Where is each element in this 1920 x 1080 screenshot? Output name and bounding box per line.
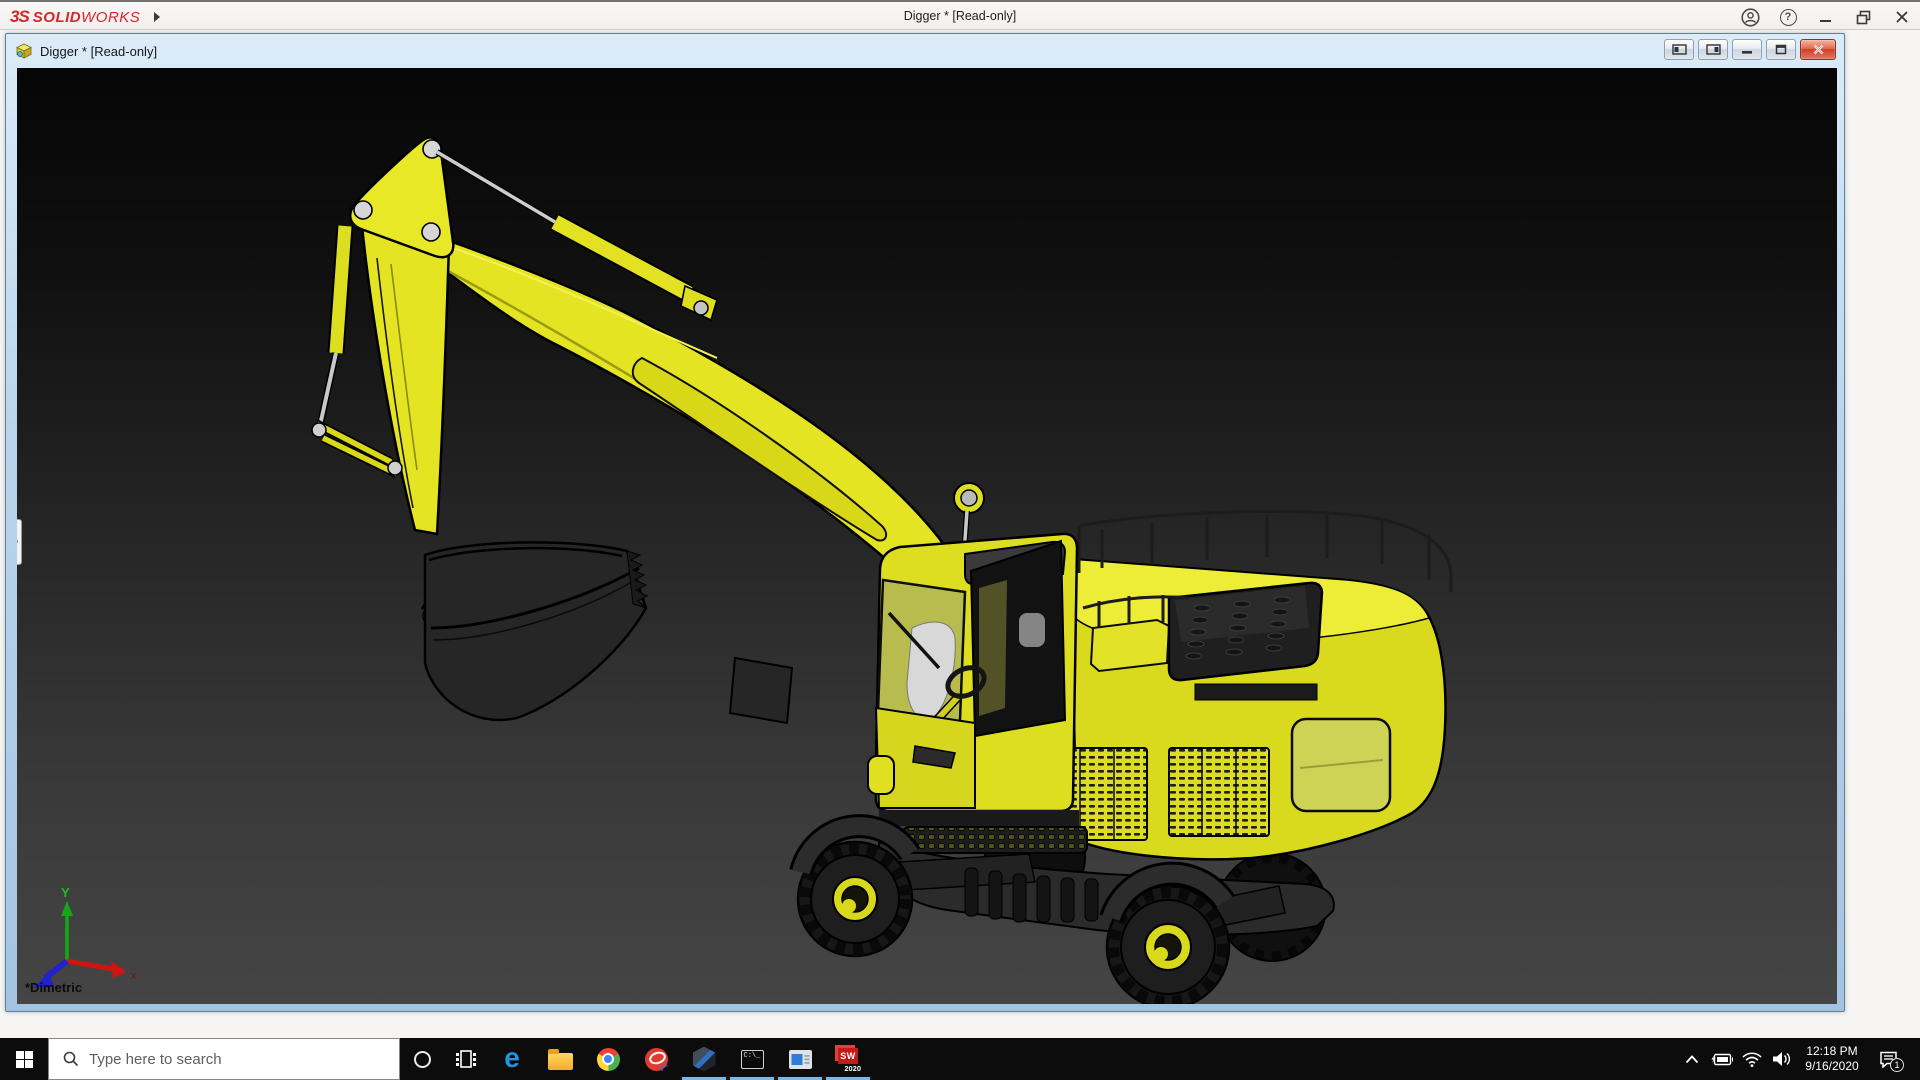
- file-explorer-icon: [548, 1053, 573, 1070]
- hexagon-app-icon: [693, 1047, 716, 1072]
- mirror-housing: [868, 756, 894, 794]
- wifi-icon[interactable]: [1739, 1038, 1765, 1080]
- app-window-title: Digger * [Read-only]: [0, 9, 1920, 23]
- cab[interactable]: [868, 534, 1087, 853]
- digger-model[interactable]: [17, 68, 1837, 1004]
- document-titlebar[interactable]: Digger * [Read-only]: [6, 34, 1844, 68]
- windows-taskbar: e ✂ C:\_ SW 2020 12:1: [0, 1038, 1920, 1080]
- boom-foot: [730, 658, 792, 723]
- engine-deck[interactable]: [1047, 511, 1451, 859]
- front-grille: [903, 827, 1087, 853]
- taskbar-item-hexagon-app[interactable]: [680, 1038, 728, 1080]
- close-icon[interactable]: [1890, 6, 1914, 28]
- document-window: Digger * [Read-only]: [5, 33, 1845, 1012]
- taskbar-item-command-prompt[interactable]: C:\_: [728, 1038, 776, 1080]
- cortana-button[interactable]: [400, 1038, 444, 1080]
- view-orientation-label: *Dimetric: [25, 980, 82, 995]
- taskbar-item-blue-window-app[interactable]: [776, 1038, 824, 1080]
- action-center-button[interactable]: 1: [1869, 1038, 1907, 1080]
- doc-close-button[interactable]: [1800, 39, 1836, 60]
- solidworks-main-titlebar: 3S SOLIDWORKS Digger * [Read-only] ?: [0, 0, 1920, 30]
- restore-icon[interactable]: [1852, 6, 1876, 28]
- stick-arm[interactable]: [350, 138, 453, 534]
- task-view-button[interactable]: [444, 1038, 488, 1080]
- taskbar-item-edge[interactable]: e: [488, 1038, 536, 1080]
- part-file-icon: [16, 43, 33, 59]
- snipping-tool-icon: ✂: [645, 1048, 668, 1071]
- tile-right-button[interactable]: [1698, 39, 1728, 60]
- engine-block[interactable]: [1169, 583, 1322, 680]
- taskbar-item-chrome[interactable]: [584, 1038, 632, 1080]
- battery-icon[interactable]: [1709, 1038, 1735, 1080]
- orientation-triad: Y x: [25, 883, 145, 993]
- cortana-icon: [414, 1051, 431, 1068]
- document-title: Digger * [Read-only]: [40, 44, 157, 59]
- side-vent-grille-right[interactable]: [1169, 748, 1269, 836]
- blue-window-app-icon: [789, 1050, 812, 1069]
- heat-sink-vent: [1195, 684, 1317, 700]
- taskbar-item-snipping-tool[interactable]: ✂: [632, 1038, 680, 1080]
- chrome-icon: [597, 1048, 620, 1071]
- command-prompt-icon: C:\_: [741, 1050, 764, 1069]
- notification-count-badge: 1: [1890, 1058, 1904, 1072]
- taskbar-search[interactable]: [48, 1038, 400, 1080]
- minimize-icon[interactable]: [1814, 6, 1838, 28]
- doc-restore-button[interactable]: [1766, 39, 1796, 60]
- edge-icon: e: [504, 1044, 520, 1072]
- x-axis-label: x: [131, 970, 137, 982]
- search-icon: [63, 1051, 79, 1067]
- account-icon[interactable]: [1738, 6, 1762, 28]
- y-axis-label: Y: [61, 885, 70, 900]
- x-axis-arrow: [111, 961, 127, 978]
- deck-hatch[interactable]: [1091, 620, 1169, 671]
- solidworks-2020-icon: SW 2020: [835, 1045, 861, 1073]
- tray-clock[interactable]: 12:18 PM 9/16/2020: [1799, 1044, 1865, 1074]
- volume-icon[interactable]: [1769, 1038, 1795, 1080]
- taskbar-item-solidworks-2020[interactable]: SW 2020: [824, 1038, 872, 1080]
- search-input[interactable]: [89, 1051, 359, 1068]
- doc-minimize-button[interactable]: [1732, 39, 1762, 60]
- bucket[interactable]: [423, 542, 647, 720]
- help-icon[interactable]: ?: [1776, 6, 1800, 28]
- graphics-viewport[interactable]: Y x *Dimetric: [17, 68, 1837, 1004]
- featuremanager-collapsed-tab[interactable]: [17, 519, 22, 565]
- tray-expand-chevron-icon[interactable]: [1679, 1038, 1705, 1080]
- tile-left-button[interactable]: [1664, 39, 1694, 60]
- y-axis-arrow: [61, 901, 73, 916]
- tray-time: 12:18 PM: [1801, 1044, 1863, 1059]
- task-view-icon: [455, 1049, 477, 1069]
- seat-headrest: [1019, 613, 1045, 647]
- start-button[interactable]: [0, 1038, 48, 1080]
- tray-date: 9/16/2020: [1801, 1059, 1863, 1074]
- taskbar-item-file-explorer[interactable]: [536, 1038, 584, 1080]
